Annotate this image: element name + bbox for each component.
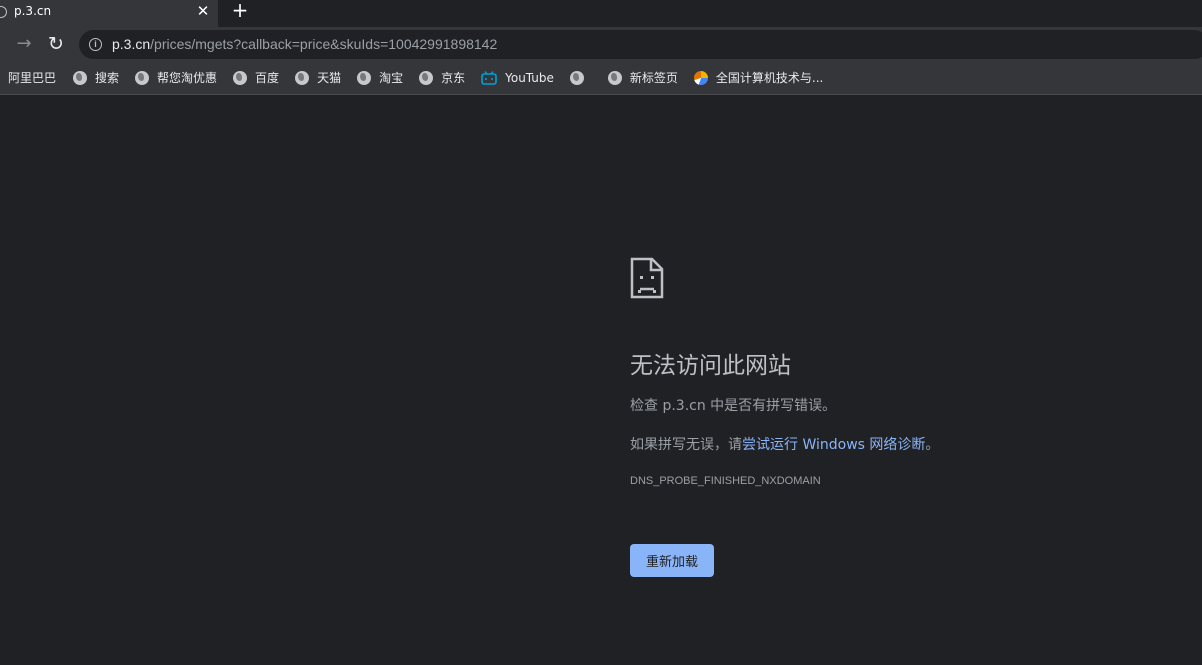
- bookmark-label: 百度: [255, 71, 280, 85]
- globe-icon: [419, 70, 434, 85]
- bookmark-tmall[interactable]: 天猫: [295, 64, 341, 92]
- bookmark-label: YouTube: [505, 70, 554, 85]
- bookmarks-bar: 阿里巴巴 搜索 帮您淘优惠 百度 天猫 淘宝 京东 YouTube 新标签页 全…: [0, 61, 1202, 95]
- network-diagnostics-link[interactable]: 尝试运行 Windows 网络诊断: [742, 437, 925, 453]
- tab-active[interactable]: p.3.cn ✕: [0, 0, 218, 27]
- url-host: p.3.cn: [112, 36, 151, 52]
- suggestion-suffix: 。: [925, 437, 940, 453]
- globe-icon: [135, 70, 150, 85]
- address-bar[interactable]: i p.3.cn/prices/mgets?callback=price&sku…: [79, 30, 1202, 59]
- globe-icon: [357, 70, 372, 85]
- url-text[interactable]: p.3.cn/prices/mgets?callback=price&skuId…: [112, 36, 497, 52]
- reload-page-button[interactable]: 重新加载: [630, 544, 714, 577]
- toolbar: → ↻ i p.3.cn/prices/mgets?callback=price…: [0, 27, 1202, 61]
- bookmark-label: 搜索: [95, 71, 120, 85]
- bookmark-youtube[interactable]: YouTube: [481, 64, 554, 92]
- bookmark-label: 天猫: [317, 71, 342, 85]
- error-code: DNS_PROBE_FINISHED_NXDOMAIN: [630, 475, 821, 487]
- bookmark-jd[interactable]: 京东: [419, 64, 465, 92]
- bookmark-unnamed[interactable]: [569, 64, 592, 92]
- error-suggestion-spelling: 检查 p.3.cn 中是否有拼写错误。: [630, 398, 837, 414]
- bookmark-label: 新标签页: [629, 71, 678, 85]
- forward-button[interactable]: →: [13, 33, 35, 55]
- bookmark-alibaba[interactable]: 阿里巴巴: [8, 64, 56, 92]
- reload-button[interactable]: ↻: [45, 33, 67, 55]
- error-title: 无法访问此网站: [630, 353, 791, 379]
- globe-icon: [233, 70, 248, 85]
- bookmark-deals[interactable]: 帮您淘优惠: [135, 64, 217, 92]
- globe-icon: [73, 70, 88, 85]
- suggestion-prefix: 如果拼写无误，请: [630, 437, 742, 453]
- url-path: /prices/mgets?callback=price&skuIds=1004…: [150, 36, 498, 52]
- bookmark-label: 京东: [441, 71, 466, 85]
- bookmark-search[interactable]: 搜索: [73, 64, 119, 92]
- new-tab-button[interactable]: +: [229, 0, 251, 21]
- tab-close-icon[interactable]: ✕: [194, 2, 212, 20]
- site-icon: [693, 70, 708, 85]
- error-page: 无法访问此网站 检查 p.3.cn 中是否有拼写错误。 如果拼写无误，请尝试运行…: [0, 96, 1202, 665]
- bookmark-label: 全国计算机技术与...: [715, 71, 824, 85]
- info-icon[interactable]: i: [89, 38, 102, 51]
- bookmark-ncre[interactable]: 全国计算机技术与...: [693, 64, 824, 92]
- tab-strip: p.3.cn ✕ +: [0, 0, 1202, 27]
- bilibili-icon: [481, 70, 497, 85]
- bookmark-baidu[interactable]: 百度: [233, 64, 279, 92]
- tab-title: p.3.cn: [14, 4, 52, 18]
- bookmark-label: 帮您淘优惠: [157, 71, 218, 85]
- bookmark-label: 淘宝: [379, 71, 404, 85]
- globe-icon: [569, 70, 584, 85]
- error-suggestion-diagnostics: 如果拼写无误，请尝试运行 Windows 网络诊断。: [630, 434, 939, 454]
- sad-document-icon: [630, 257, 664, 299]
- globe-icon: [607, 70, 622, 85]
- bookmark-new-tab[interactable]: 新标签页: [607, 64, 678, 92]
- bookmark-taobao[interactable]: 淘宝: [357, 64, 403, 92]
- bookmark-label: 阿里巴巴: [8, 71, 57, 85]
- globe-icon: [0, 6, 7, 18]
- globe-icon: [295, 70, 310, 85]
